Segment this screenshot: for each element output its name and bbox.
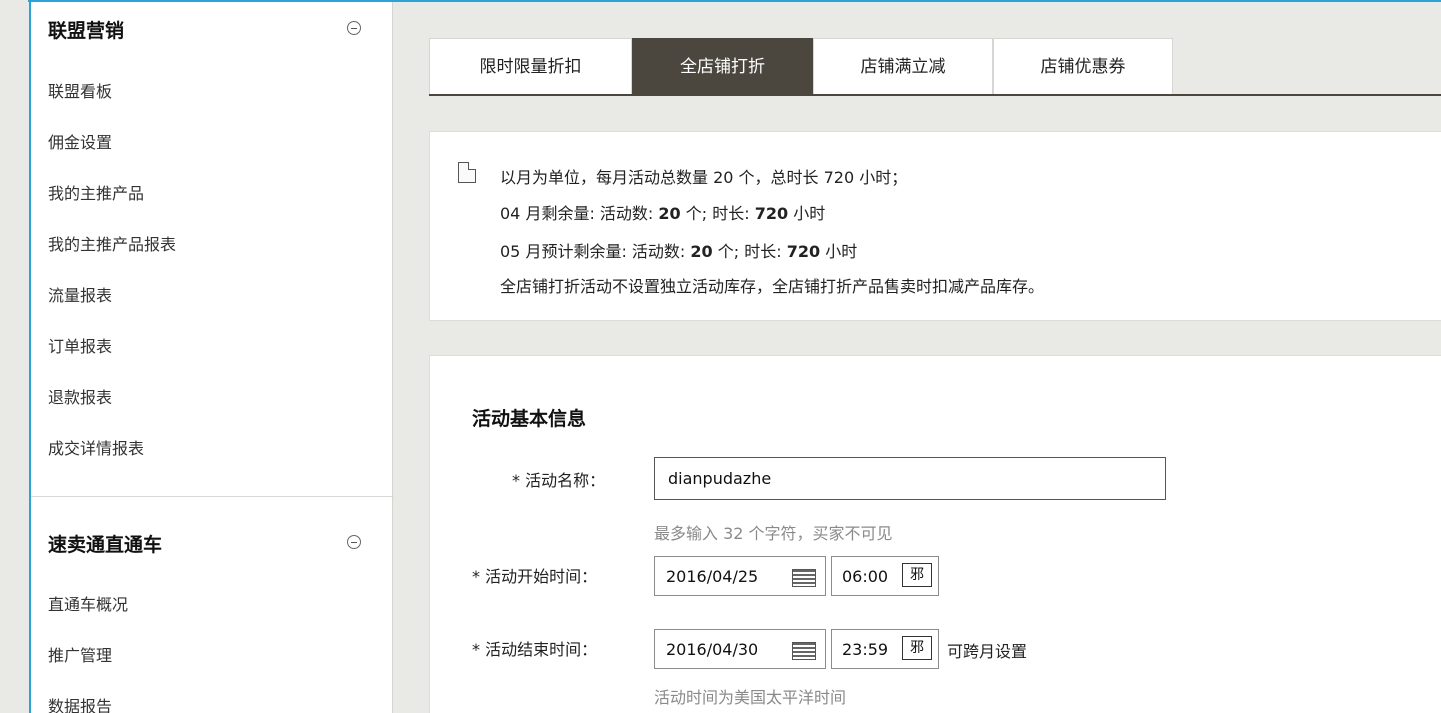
notice-text: 小时	[820, 242, 858, 261]
collapse-icon[interactable]	[347, 21, 361, 35]
tab-store-discount[interactable]: 全店铺打折	[632, 38, 813, 94]
activity-basic-info-form: 活动基本信息 * 活动名称： 最多输入 32 个字符，买家不可见 * 活动开始时…	[429, 355, 1441, 713]
activity-name-label: * 活动名称：	[512, 471, 606, 490]
end-time-value: 23:59	[842, 640, 889, 659]
sidebar-item-commission-settings[interactable]: 佣金设置	[48, 129, 112, 153]
sidebar-section-title-affiliate: 联盟营销	[48, 20, 125, 42]
sidebar-section-title-p4p: 速卖通直通车	[48, 534, 163, 556]
notice-line-may-forecast: 05 月预计剩余量: 活动数: 20 个; 时长: 720 小时	[500, 238, 857, 262]
notice-text: 个; 时长:	[680, 204, 755, 223]
notice-text: 04 月剩余量: 活动数:	[500, 204, 659, 223]
sidebar: 联盟营销 联盟看板 佣金设置 我的主推产品 我的主推产品报表 流量报表 订单报表…	[29, 2, 394, 713]
start-time-field[interactable]: 06:00 邪	[831, 556, 939, 596]
calendar-icon[interactable]	[792, 642, 816, 660]
sidebar-item-affiliate-board[interactable]: 联盟看板	[48, 78, 112, 102]
end-date-field[interactable]: 2016/04/30	[654, 629, 826, 669]
start-time-value: 06:00	[842, 567, 889, 586]
notice-text: 05 月预计剩余量: 活动数:	[500, 242, 691, 261]
sidebar-item-promotion-management[interactable]: 推广管理	[48, 642, 112, 666]
notice-line-monthly-quota: 以月为单位，每月活动总数量 20 个，总时长 720 小时；	[500, 168, 908, 187]
sidebar-item-refund-report[interactable]: 退款报表	[48, 384, 112, 408]
notice-text: 个; 时长:	[712, 242, 787, 261]
timezone-hint: 活动时间为美国太平洋时间	[654, 688, 847, 707]
form-title: 活动基本信息	[472, 408, 587, 430]
time-picker-button[interactable]: 邪	[902, 563, 932, 587]
tab-store-coupon[interactable]: 店铺优惠券	[993, 38, 1173, 94]
notice-text: 小时	[788, 204, 826, 223]
start-time-label: * 活动开始时间：	[472, 567, 598, 586]
sidebar-item-data-report[interactable]: 数据报告	[48, 693, 112, 713]
sidebar-divider	[31, 496, 394, 497]
start-date-value: 2016/04/25	[666, 567, 759, 586]
sidebar-item-main-products[interactable]: 我的主推产品	[48, 180, 144, 204]
activity-name-hint: 最多输入 32 个字符，买家不可见	[654, 524, 893, 543]
document-icon	[458, 162, 476, 183]
end-time-label: * 活动结束时间：	[472, 640, 598, 659]
notice-line-inventory: 全店铺打折活动不设置独立活动库存，全店铺打折产品售卖时扣减产品库存。	[500, 277, 1045, 296]
april-hours: 720	[754, 204, 789, 223]
tab-limited-discount[interactable]: 限时限量折扣	[429, 38, 632, 94]
sidebar-item-traffic-report[interactable]: 流量报表	[48, 282, 112, 306]
tab-store-full-reduction[interactable]: 店铺满立减	[813, 38, 993, 94]
may-hours: 720	[786, 242, 821, 261]
sidebar-item-main-products-report[interactable]: 我的主推产品报表	[48, 231, 176, 255]
notice-line-april-remaining: 04 月剩余量: 活动数: 20 个; 时长: 720 小时	[500, 200, 825, 224]
cross-month-note: 可跨月设置	[947, 642, 1028, 661]
activity-quota-notice: 以月为单位，每月活动总数量 20 个，总时长 720 小时； 04 月剩余量: …	[429, 131, 1441, 321]
start-date-field[interactable]: 2016/04/25	[654, 556, 826, 596]
collapse-icon[interactable]	[347, 535, 361, 549]
april-activity-count: 20	[658, 204, 681, 223]
time-picker-button[interactable]: 邪	[902, 636, 932, 660]
end-date-value: 2016/04/30	[666, 640, 759, 659]
sidebar-item-transaction-report[interactable]: 成交详情报表	[48, 435, 144, 459]
promotion-tabs: 限时限量折扣 全店铺打折 店铺满立减 店铺优惠券	[429, 38, 1441, 96]
sidebar-item-order-report[interactable]: 订单报表	[48, 333, 112, 357]
may-activity-count: 20	[690, 242, 713, 261]
left-margin	[0, 0, 29, 713]
end-time-field[interactable]: 23:59 邪	[831, 629, 939, 669]
sidebar-item-p4p-overview[interactable]: 直通车概况	[48, 591, 128, 615]
activity-name-input[interactable]	[654, 457, 1166, 500]
calendar-icon[interactable]	[792, 569, 816, 587]
